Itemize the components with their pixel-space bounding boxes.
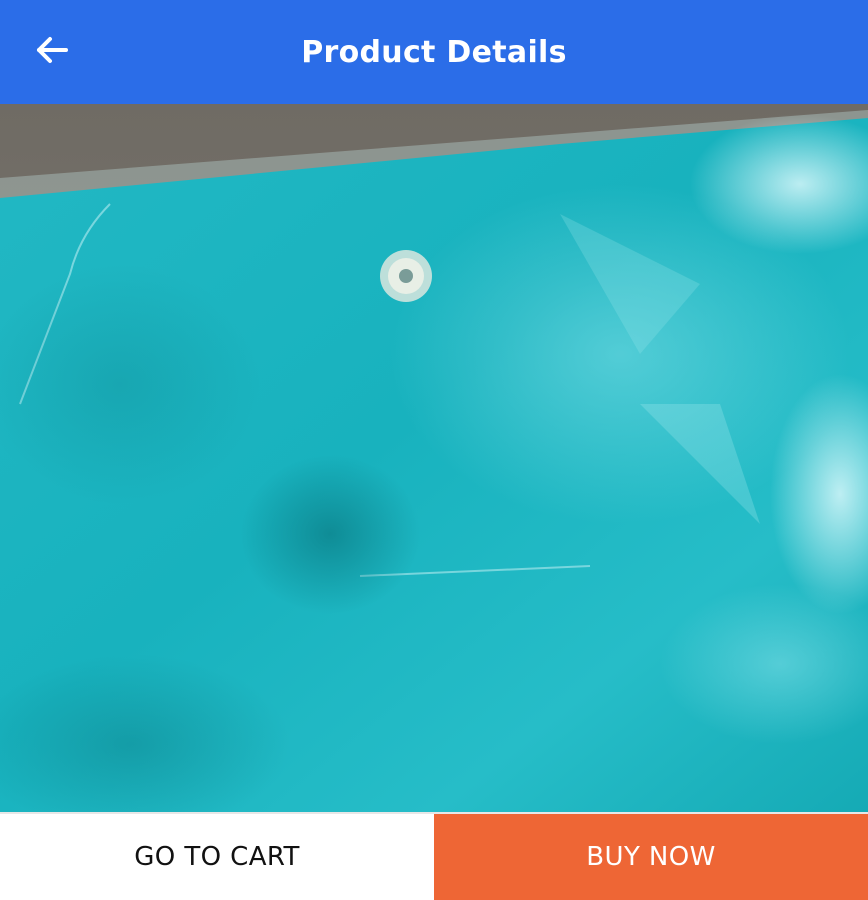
- go-to-cart-button[interactable]: GO TO CART: [0, 814, 434, 900]
- arrow-left-icon: [35, 35, 69, 69]
- buy-now-button[interactable]: BUY NOW: [434, 814, 868, 900]
- action-bar: GO TO CART BUY NOW: [0, 812, 868, 900]
- product-details-screen: Product Details GO TO CART BUY NOW: [0, 0, 868, 900]
- page-title: Product Details: [301, 34, 567, 70]
- back-button[interactable]: [26, 30, 78, 74]
- app-header: Product Details: [0, 0, 868, 104]
- go-to-cart-label: GO TO CART: [134, 842, 300, 872]
- product-image: [0, 104, 868, 834]
- buy-now-label: BUY NOW: [586, 842, 716, 872]
